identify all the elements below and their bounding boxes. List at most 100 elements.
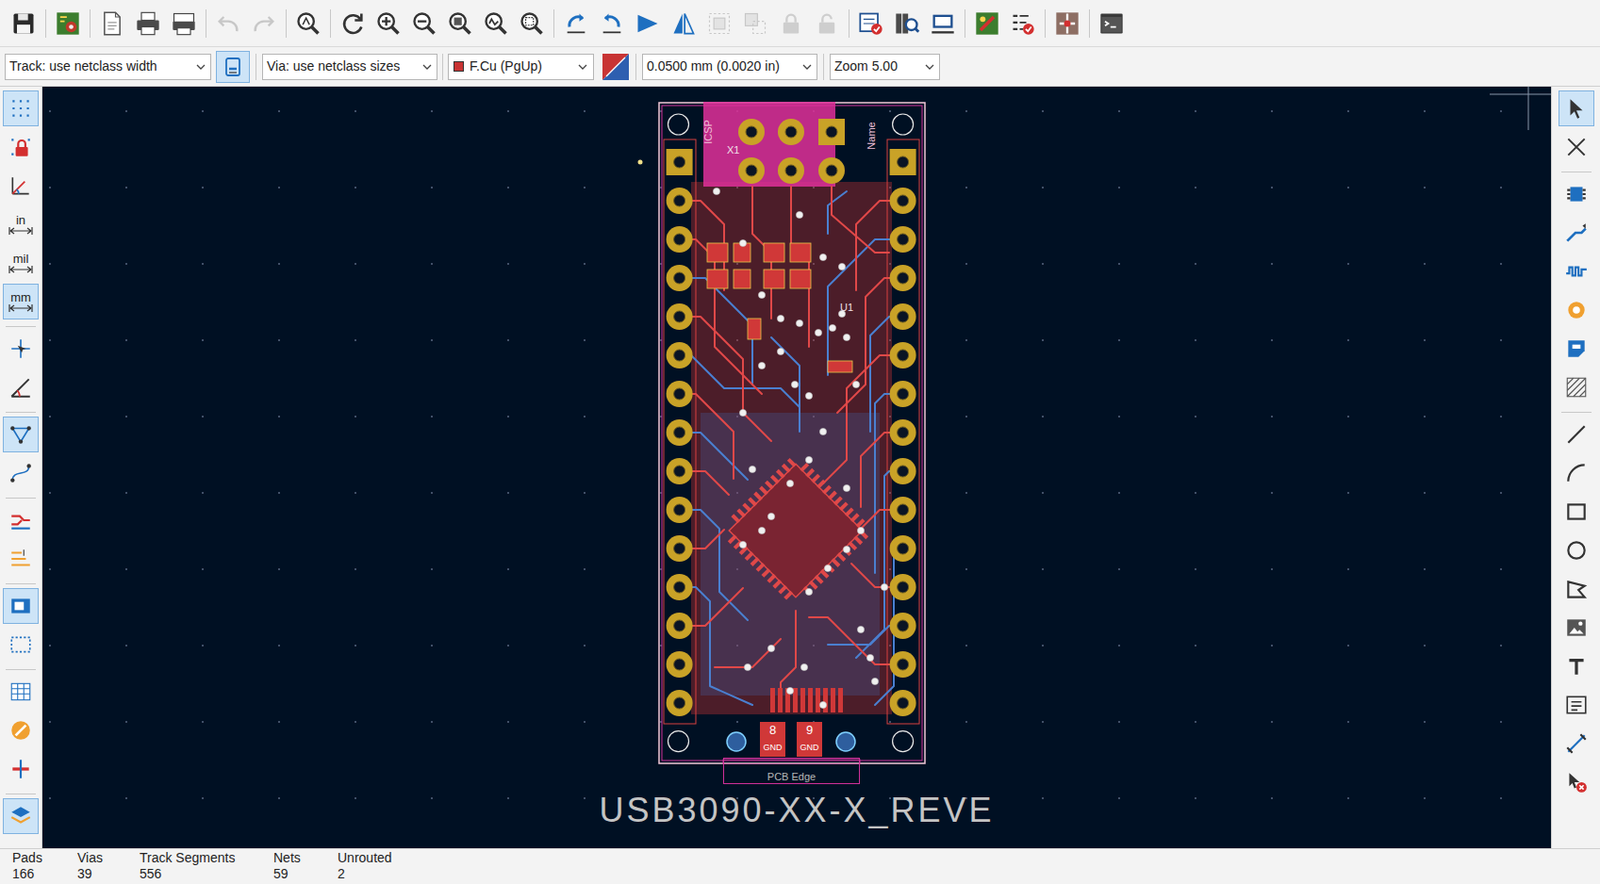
zoom-fit-button[interactable] — [442, 4, 479, 43]
zone-outlines-button[interactable] — [2, 541, 39, 578]
units-mil-button[interactable]: mil — [2, 245, 39, 281]
net-colors-button[interactable] — [2, 502, 39, 539]
via — [819, 701, 826, 709]
route-track-tool[interactable] — [1558, 214, 1595, 251]
header-pin — [666, 187, 693, 215]
redo-button[interactable] — [246, 4, 282, 43]
image-tool[interactable] — [1558, 610, 1595, 646]
ungroup-button[interactable] — [737, 4, 774, 43]
dimension-tool[interactable] — [1558, 725, 1595, 762]
front-track — [714, 639, 781, 668]
select-icon — [1564, 96, 1589, 121]
header-pin — [666, 148, 693, 176]
footprint-editor-button[interactable] — [924, 4, 961, 43]
via — [758, 527, 765, 534]
select-tool[interactable] — [1558, 90, 1595, 127]
via — [795, 319, 803, 327]
zoom-dropdown[interactable]: Zoom 5.00 — [829, 53, 941, 81]
via — [814, 329, 822, 336]
layers-manager-button[interactable] — [2, 798, 39, 835]
via-size-dropdown[interactable]: Via: use netclass sizes — [262, 53, 438, 81]
rotate-ccw-button[interactable] — [558, 4, 594, 43]
console-button[interactable] — [1093, 4, 1130, 43]
grid-dropdown[interactable]: 0.0500 mm (0.0020 in) — [642, 53, 818, 81]
zoom-objects-button[interactable] — [478, 4, 514, 43]
mirror-button[interactable] — [665, 4, 702, 43]
undo-button[interactable] — [210, 4, 247, 43]
tune-length-tool[interactable] — [1558, 253, 1595, 290]
angle-snap-button[interactable] — [2, 369, 39, 406]
zoom-in-button[interactable] — [370, 4, 407, 43]
header-pin — [890, 342, 917, 369]
ratsnest-icon — [8, 422, 33, 447]
board-setup-button[interactable] — [49, 4, 86, 43]
chevron-icon — [195, 61, 207, 73]
via-tool[interactable] — [1558, 292, 1595, 329]
layer-pair-button[interactable] — [601, 52, 630, 82]
scripting-button[interactable] — [969, 4, 1006, 43]
zone-tool[interactable] — [1558, 330, 1595, 367]
schematic-button[interactable] — [1049, 4, 1086, 43]
text-tool-tool[interactable] — [1558, 648, 1595, 685]
footprint-tool[interactable] — [1558, 176, 1595, 213]
track-outline-button[interactable] — [2, 751, 39, 788]
zoom-out-button[interactable] — [406, 4, 443, 43]
plot-button[interactable] — [165, 4, 202, 43]
units-inch-button[interactable]: in — [2, 206, 39, 243]
circle-icon — [1564, 538, 1589, 563]
grid-button[interactable] — [2, 90, 39, 127]
find-button[interactable] — [290, 4, 327, 43]
unit-label: in — [16, 214, 26, 227]
group-button[interactable] — [701, 4, 738, 43]
drill-hole — [897, 543, 909, 555]
page-settings-icon — [98, 10, 126, 37]
curved-ratsnest-button[interactable] — [2, 455, 39, 492]
unlock-button[interactable] — [808, 4, 845, 43]
local-ratsnest-tool[interactable] — [1558, 129, 1595, 165]
back-track — [678, 587, 753, 706]
lock-button[interactable] — [773, 4, 809, 43]
grid-lock-button[interactable] — [2, 129, 39, 165]
via-outline-button[interactable] — [2, 712, 39, 749]
track-width-dropdown[interactable]: Track: use netclass width — [4, 53, 212, 81]
save-button[interactable] — [5, 4, 42, 43]
usb-pad — [830, 688, 836, 713]
netlist-button[interactable] — [853, 4, 890, 43]
drc-button[interactable] — [1005, 4, 1041, 43]
redraw-button[interactable] — [334, 4, 371, 43]
ratsnest-button[interactable] — [2, 416, 39, 453]
net-colors-icon — [8, 508, 33, 533]
auto-width-toggle[interactable] — [215, 50, 250, 83]
arc-tool[interactable] — [1558, 455, 1595, 492]
zone-fill-button[interactable] — [2, 588, 39, 625]
drill-hole — [897, 427, 909, 439]
page-settings-button[interactable] — [94, 4, 131, 43]
pad-outline-button[interactable] — [2, 674, 39, 710]
print-button[interactable] — [130, 4, 166, 43]
via — [805, 456, 812, 463]
zone-outline-only-button[interactable] — [2, 626, 39, 663]
rotate-cw-button[interactable] — [593, 4, 630, 43]
drill-hole — [897, 311, 909, 323]
board-setup-icon — [54, 10, 82, 37]
footprint-library-button[interactable] — [889, 4, 925, 43]
flip-button[interactable] — [629, 4, 666, 43]
rule-area-tool[interactable] — [1558, 369, 1595, 406]
rectangle-tool[interactable] — [1558, 494, 1595, 530]
drill-hole — [674, 233, 686, 246]
zoom-selection-button[interactable] — [513, 4, 550, 43]
delete-tool[interactable] — [1558, 764, 1595, 801]
polar-coordinates-button[interactable] — [2, 167, 39, 204]
layer-dropdown[interactable]: F.Cu (PgUp) — [447, 53, 594, 81]
pcb-board[interactable] — [658, 101, 926, 765]
header-pin — [666, 226, 693, 253]
pcb-canvas[interactable]: USB3090-XX-X_REVEPCB Edge8GND9GNDX1U1Nam… — [42, 86, 1551, 849]
circle-tool[interactable] — [1558, 532, 1595, 569]
status-value: 2 — [337, 866, 423, 883]
full-cursor-button[interactable] — [2, 330, 39, 367]
measure-arrow-icon — [8, 226, 33, 236]
polygon-tool[interactable] — [1558, 571, 1595, 608]
units-mm-button[interactable]: mm — [2, 283, 39, 320]
line-tool[interactable] — [1558, 416, 1595, 453]
text-box-tool[interactable] — [1558, 687, 1595, 724]
